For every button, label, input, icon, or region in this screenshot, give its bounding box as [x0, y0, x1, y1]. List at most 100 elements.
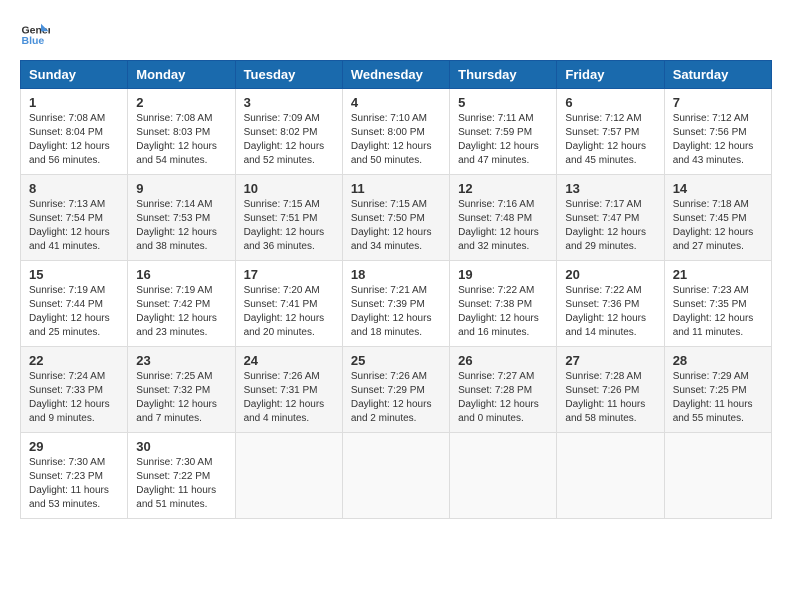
table-cell: 3 Sunrise: 7:09 AM Sunset: 8:02 PM Dayli…: [235, 89, 342, 175]
table-cell: [664, 433, 771, 519]
table-row: 22 Sunrise: 7:24 AM Sunset: 7:33 PM Dayl…: [21, 347, 772, 433]
day-info: Sunrise: 7:24 AM Sunset: 7:33 PM Dayligh…: [29, 370, 119, 426]
svg-text:Blue: Blue: [22, 35, 45, 47]
table-cell: [342, 433, 449, 519]
day-number: 5: [458, 95, 548, 110]
page-header: General Blue: [20, 20, 772, 50]
day-info: Sunrise: 7:26 AM Sunset: 7:31 PM Dayligh…: [244, 370, 334, 426]
day-number: 27: [565, 353, 655, 368]
table-cell: 18 Sunrise: 7:21 AM Sunset: 7:39 PM Dayl…: [342, 261, 449, 347]
table-cell: [235, 433, 342, 519]
col-friday: Friday: [557, 61, 664, 89]
day-number: 20: [565, 267, 655, 282]
day-number: 25: [351, 353, 441, 368]
table-cell: 30 Sunrise: 7:30 AM Sunset: 7:22 PM Dayl…: [128, 433, 235, 519]
day-info: Sunrise: 7:22 AM Sunset: 7:38 PM Dayligh…: [458, 284, 548, 340]
logo-icon: General Blue: [20, 20, 50, 50]
table-row: 15 Sunrise: 7:19 AM Sunset: 7:44 PM Dayl…: [21, 261, 772, 347]
day-info: Sunrise: 7:17 AM Sunset: 7:47 PM Dayligh…: [565, 198, 655, 254]
day-number: 24: [244, 353, 334, 368]
day-number: 11: [351, 181, 441, 196]
col-tuesday: Tuesday: [235, 61, 342, 89]
day-number: 13: [565, 181, 655, 196]
table-cell: 26 Sunrise: 7:27 AM Sunset: 7:28 PM Dayl…: [450, 347, 557, 433]
table-cell: 24 Sunrise: 7:26 AM Sunset: 7:31 PM Dayl…: [235, 347, 342, 433]
day-info: Sunrise: 7:22 AM Sunset: 7:36 PM Dayligh…: [565, 284, 655, 340]
day-number: 29: [29, 439, 119, 454]
col-sunday: Sunday: [21, 61, 128, 89]
day-number: 28: [673, 353, 763, 368]
table-cell: 10 Sunrise: 7:15 AM Sunset: 7:51 PM Dayl…: [235, 175, 342, 261]
day-info: Sunrise: 7:30 AM Sunset: 7:23 PM Dayligh…: [29, 456, 119, 512]
day-info: Sunrise: 7:20 AM Sunset: 7:41 PM Dayligh…: [244, 284, 334, 340]
day-info: Sunrise: 7:25 AM Sunset: 7:32 PM Dayligh…: [136, 370, 226, 426]
day-info: Sunrise: 7:15 AM Sunset: 7:50 PM Dayligh…: [351, 198, 441, 254]
col-wednesday: Wednesday: [342, 61, 449, 89]
col-thursday: Thursday: [450, 61, 557, 89]
table-row: 8 Sunrise: 7:13 AM Sunset: 7:54 PM Dayli…: [21, 175, 772, 261]
table-row: 29 Sunrise: 7:30 AM Sunset: 7:23 PM Dayl…: [21, 433, 772, 519]
table-cell: 21 Sunrise: 7:23 AM Sunset: 7:35 PM Dayl…: [664, 261, 771, 347]
table-cell: 25 Sunrise: 7:26 AM Sunset: 7:29 PM Dayl…: [342, 347, 449, 433]
day-info: Sunrise: 7:23 AM Sunset: 7:35 PM Dayligh…: [673, 284, 763, 340]
table-cell: [557, 433, 664, 519]
table-cell: [450, 433, 557, 519]
col-saturday: Saturday: [664, 61, 771, 89]
day-number: 14: [673, 181, 763, 196]
day-info: Sunrise: 7:19 AM Sunset: 7:44 PM Dayligh…: [29, 284, 119, 340]
day-info: Sunrise: 7:15 AM Sunset: 7:51 PM Dayligh…: [244, 198, 334, 254]
day-number: 18: [351, 267, 441, 282]
day-info: Sunrise: 7:30 AM Sunset: 7:22 PM Dayligh…: [136, 456, 226, 512]
table-cell: 2 Sunrise: 7:08 AM Sunset: 8:03 PM Dayli…: [128, 89, 235, 175]
table-cell: 20 Sunrise: 7:22 AM Sunset: 7:36 PM Dayl…: [557, 261, 664, 347]
day-info: Sunrise: 7:29 AM Sunset: 7:25 PM Dayligh…: [673, 370, 763, 426]
day-number: 6: [565, 95, 655, 110]
day-number: 26: [458, 353, 548, 368]
day-number: 10: [244, 181, 334, 196]
day-number: 1: [29, 95, 119, 110]
day-info: Sunrise: 7:27 AM Sunset: 7:28 PM Dayligh…: [458, 370, 548, 426]
col-monday: Monday: [128, 61, 235, 89]
table-cell: 27 Sunrise: 7:28 AM Sunset: 7:26 PM Dayl…: [557, 347, 664, 433]
day-number: 17: [244, 267, 334, 282]
day-number: 4: [351, 95, 441, 110]
day-info: Sunrise: 7:13 AM Sunset: 7:54 PM Dayligh…: [29, 198, 119, 254]
logo: General Blue: [20, 20, 50, 50]
day-number: 7: [673, 95, 763, 110]
table-cell: 22 Sunrise: 7:24 AM Sunset: 7:33 PM Dayl…: [21, 347, 128, 433]
table-cell: 29 Sunrise: 7:30 AM Sunset: 7:23 PM Dayl…: [21, 433, 128, 519]
table-cell: 13 Sunrise: 7:17 AM Sunset: 7:47 PM Dayl…: [557, 175, 664, 261]
day-info: Sunrise: 7:16 AM Sunset: 7:48 PM Dayligh…: [458, 198, 548, 254]
day-number: 12: [458, 181, 548, 196]
day-info: Sunrise: 7:18 AM Sunset: 7:45 PM Dayligh…: [673, 198, 763, 254]
table-cell: 19 Sunrise: 7:22 AM Sunset: 7:38 PM Dayl…: [450, 261, 557, 347]
table-cell: 5 Sunrise: 7:11 AM Sunset: 7:59 PM Dayli…: [450, 89, 557, 175]
table-cell: 8 Sunrise: 7:13 AM Sunset: 7:54 PM Dayli…: [21, 175, 128, 261]
day-number: 23: [136, 353, 226, 368]
table-cell: 23 Sunrise: 7:25 AM Sunset: 7:32 PM Dayl…: [128, 347, 235, 433]
day-info: Sunrise: 7:12 AM Sunset: 7:57 PM Dayligh…: [565, 112, 655, 168]
calendar-header: Sunday Monday Tuesday Wednesday Thursday…: [21, 61, 772, 89]
day-info: Sunrise: 7:28 AM Sunset: 7:26 PM Dayligh…: [565, 370, 655, 426]
day-info: Sunrise: 7:12 AM Sunset: 7:56 PM Dayligh…: [673, 112, 763, 168]
day-info: Sunrise: 7:11 AM Sunset: 7:59 PM Dayligh…: [458, 112, 548, 168]
day-number: 30: [136, 439, 226, 454]
table-cell: 7 Sunrise: 7:12 AM Sunset: 7:56 PM Dayli…: [664, 89, 771, 175]
table-cell: 15 Sunrise: 7:19 AM Sunset: 7:44 PM Dayl…: [21, 261, 128, 347]
day-number: 2: [136, 95, 226, 110]
table-cell: 11 Sunrise: 7:15 AM Sunset: 7:50 PM Dayl…: [342, 175, 449, 261]
table-cell: 9 Sunrise: 7:14 AM Sunset: 7:53 PM Dayli…: [128, 175, 235, 261]
day-number: 9: [136, 181, 226, 196]
day-info: Sunrise: 7:14 AM Sunset: 7:53 PM Dayligh…: [136, 198, 226, 254]
day-info: Sunrise: 7:10 AM Sunset: 8:00 PM Dayligh…: [351, 112, 441, 168]
day-number: 16: [136, 267, 226, 282]
table-cell: 6 Sunrise: 7:12 AM Sunset: 7:57 PM Dayli…: [557, 89, 664, 175]
day-number: 3: [244, 95, 334, 110]
day-info: Sunrise: 7:26 AM Sunset: 7:29 PM Dayligh…: [351, 370, 441, 426]
day-number: 22: [29, 353, 119, 368]
table-cell: 14 Sunrise: 7:18 AM Sunset: 7:45 PM Dayl…: [664, 175, 771, 261]
calendar-body: 1 Sunrise: 7:08 AM Sunset: 8:04 PM Dayli…: [21, 89, 772, 519]
calendar-table: Sunday Monday Tuesday Wednesday Thursday…: [20, 60, 772, 519]
day-info: Sunrise: 7:21 AM Sunset: 7:39 PM Dayligh…: [351, 284, 441, 340]
table-cell: 16 Sunrise: 7:19 AM Sunset: 7:42 PM Dayl…: [128, 261, 235, 347]
